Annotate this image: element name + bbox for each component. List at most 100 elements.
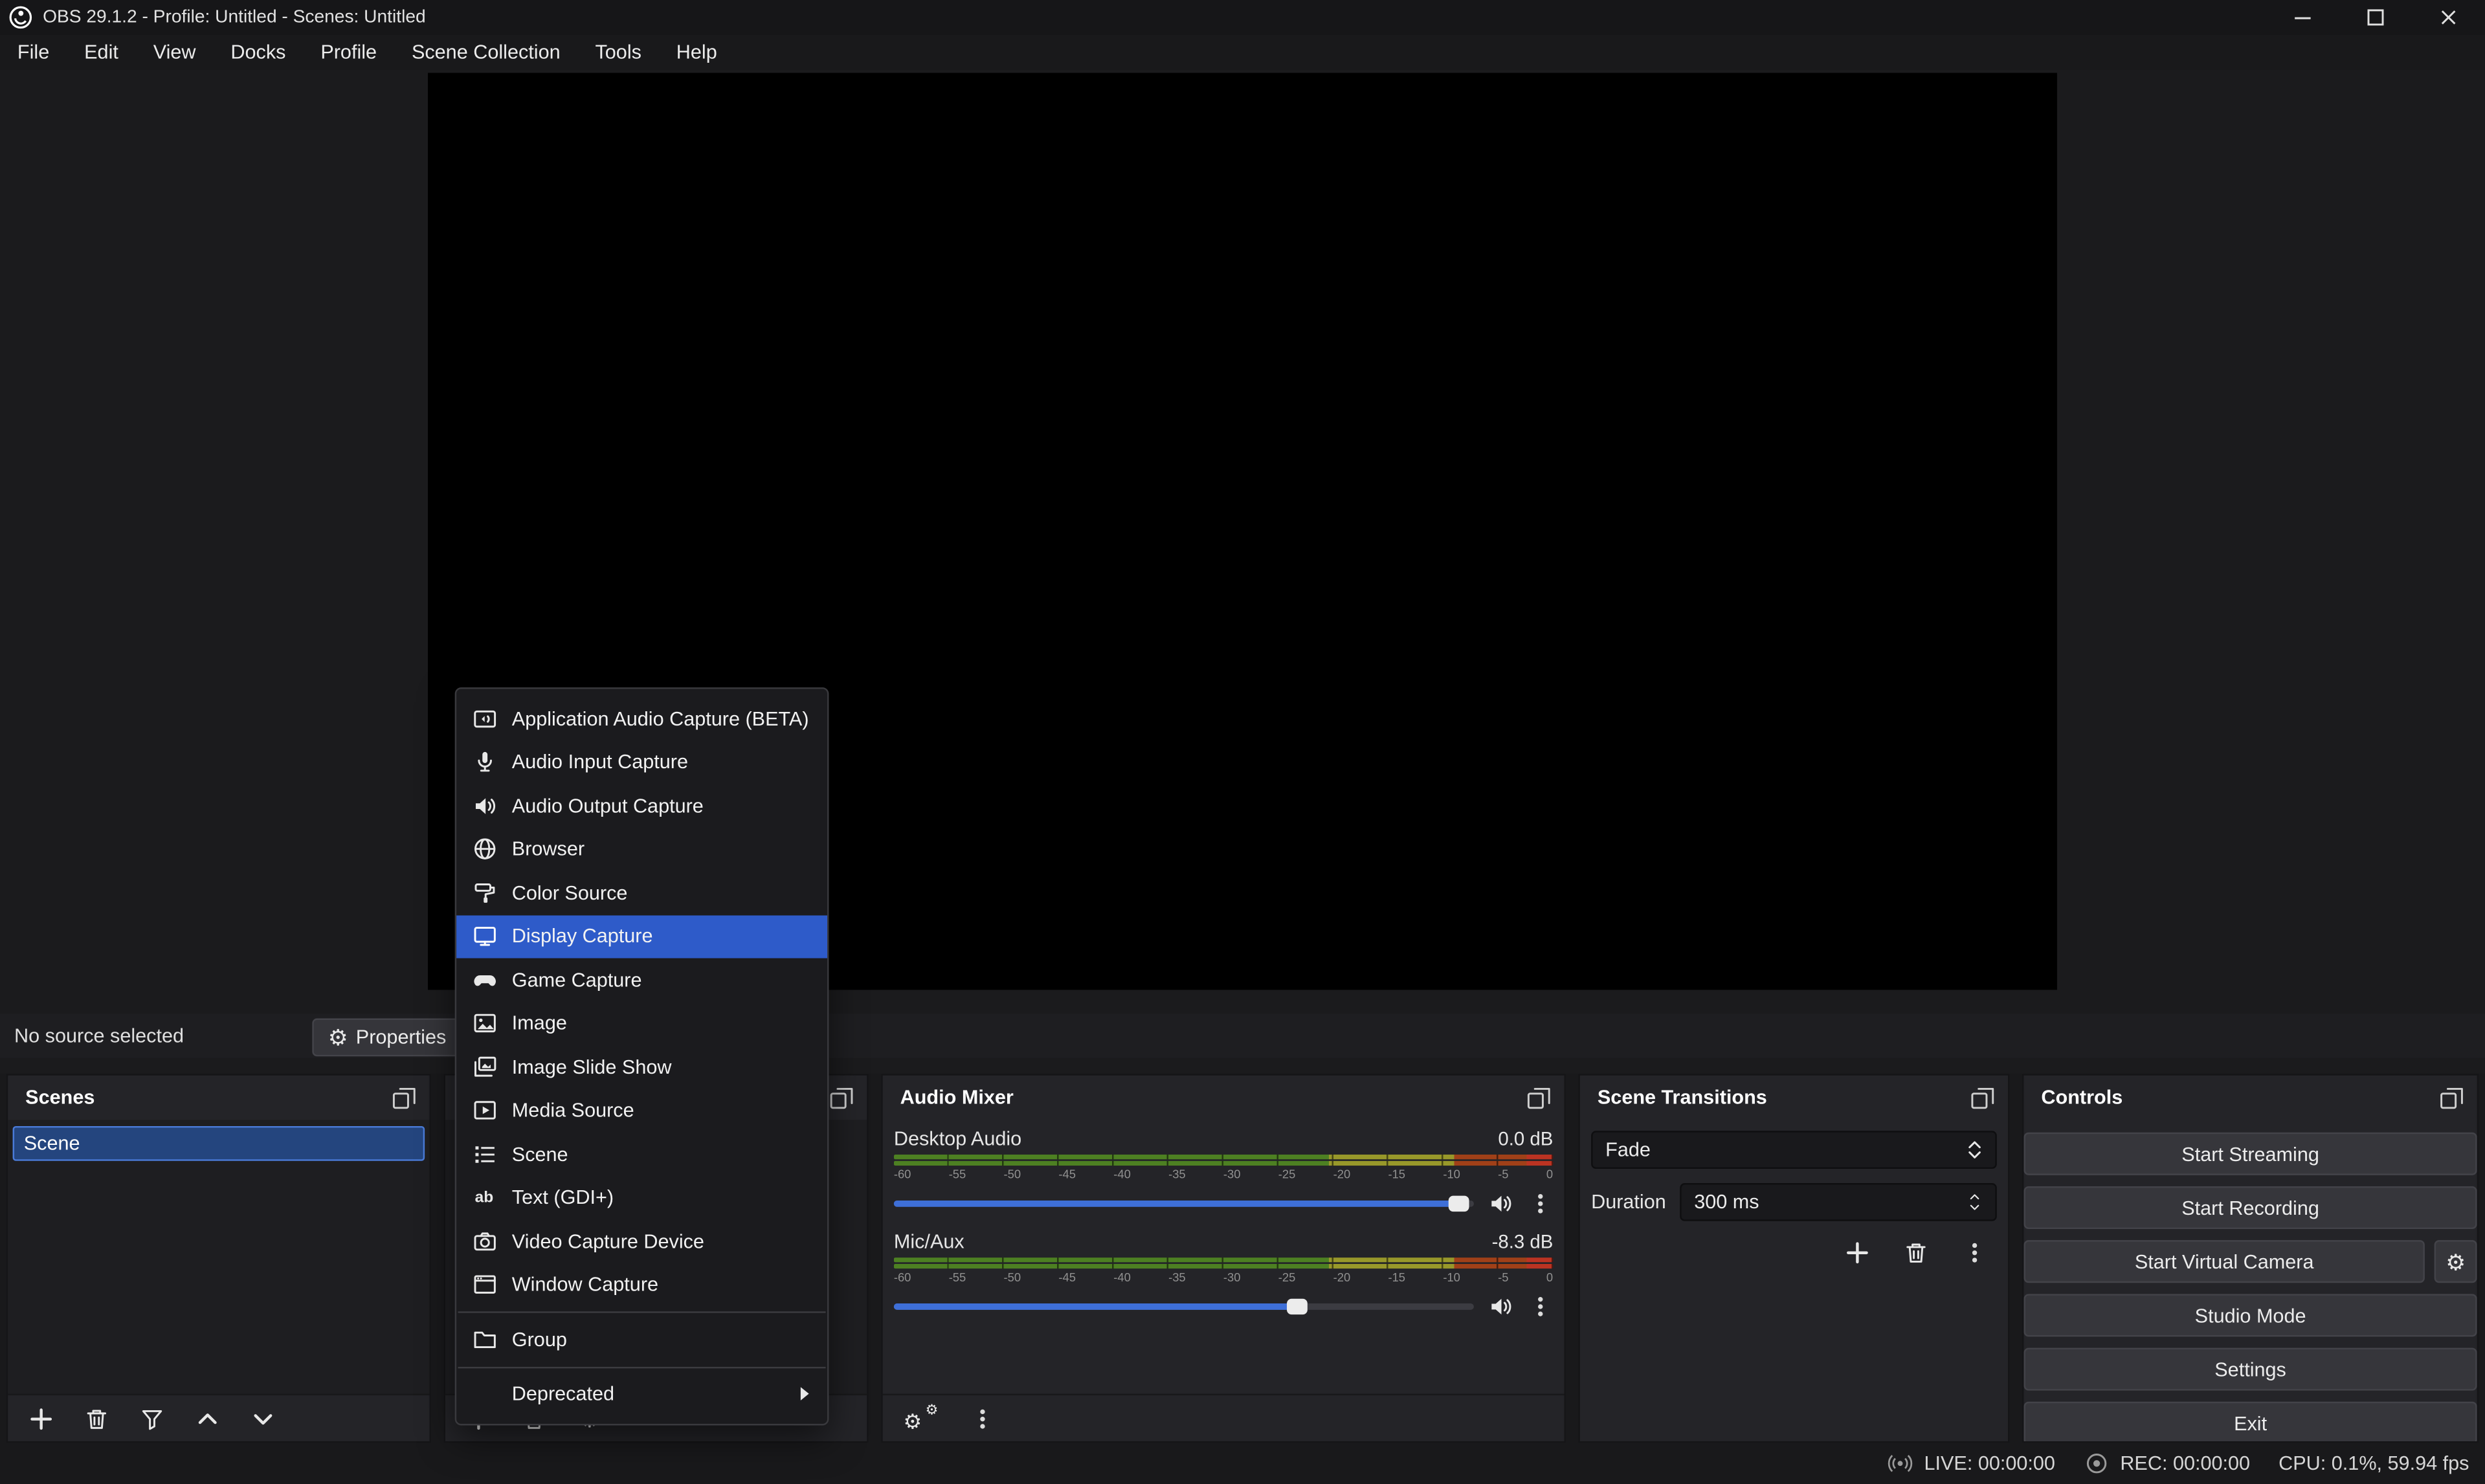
menu-item-audio-output-capture[interactable]: Audio Output Capture: [456, 784, 827, 827]
menu-item-image[interactable]: Image: [456, 1002, 827, 1045]
menu-edit[interactable]: Edit: [67, 35, 136, 70]
channel-menu-kebab-icon[interactable]: [1528, 1190, 1553, 1215]
advanced-audio-properties-button[interactable]: ⚙⚙: [904, 1401, 939, 1436]
menu-item-label: Color Source: [512, 881, 628, 903]
remove-transition-button[interactable]: [1899, 1235, 1933, 1270]
speaker-icon: [471, 793, 498, 818]
image-icon: [471, 1011, 498, 1036]
menu-item-label: Game Capture: [512, 969, 642, 991]
scene-list-item[interactable]: Scene: [13, 1126, 425, 1161]
menu-item-browser[interactable]: Browser: [456, 828, 827, 871]
scenes-dock-header: Scenes: [8, 1076, 429, 1120]
menu-scene-collection[interactable]: Scene Collection: [394, 35, 578, 70]
paint-roller-icon: [471, 880, 498, 905]
media-icon: [471, 1098, 498, 1124]
properties-button[interactable]: ⚙ Properties: [312, 1019, 462, 1057]
volume-slider[interactable]: [894, 1186, 1474, 1219]
exit-button[interactable]: Exit: [2023, 1402, 2477, 1441]
menu-item-label: Media Source: [512, 1100, 634, 1122]
volume-meter: [894, 1257, 1553, 1268]
add-transition-button[interactable]: [1840, 1235, 1875, 1270]
start-streaming-button[interactable]: Start Streaming: [2023, 1133, 2477, 1175]
mixer-menu-kebab-icon[interactable]: [965, 1401, 1000, 1436]
controls-title: Controls: [2041, 1087, 2123, 1109]
window-icon: [471, 1272, 498, 1298]
transition-select[interactable]: Fade: [1591, 1131, 1997, 1169]
window-title: OBS 29.1.2 - Profile: Untitled - Scenes:…: [43, 8, 426, 27]
popout-icon[interactable]: [392, 1085, 417, 1110]
menu-item-label: Audio Output Capture: [512, 795, 704, 817]
volume-slider-handle[interactable]: [1287, 1298, 1308, 1313]
menu-docks[interactable]: Docks: [213, 35, 303, 70]
source-toolbar: No source selected ⚙ Properties: [0, 1013, 2485, 1058]
volume-meter: [894, 1155, 1553, 1166]
mixer-channel-desktop-audio: Desktop Audio 0.0 dB -60-55-50-45-40-35-…: [883, 1120, 1565, 1223]
camera-icon: [471, 1228, 498, 1254]
menu-item-application-audio-capture[interactable]: Application Audio Capture (BETA): [456, 697, 827, 740]
close-button[interactable]: [2412, 0, 2485, 35]
start-recording-button[interactable]: Start Recording: [2023, 1186, 2477, 1229]
menu-item-video-capture-device[interactable]: Video Capture Device: [456, 1219, 827, 1263]
transition-menu-kebab-icon[interactable]: [1957, 1235, 1992, 1270]
remove-scene-button[interactable]: [79, 1401, 114, 1436]
controls-header: Controls: [2023, 1076, 2477, 1120]
menu-profile[interactable]: Profile: [303, 35, 394, 70]
globe-icon: [471, 837, 498, 862]
volume-slider[interactable]: [894, 1289, 1474, 1322]
rec-time: REC: 00:00:00: [2120, 1452, 2250, 1474]
menu-tools[interactable]: Tools: [578, 35, 659, 70]
display-icon: [471, 924, 498, 949]
menu-item-audio-input-capture[interactable]: Audio Input Capture: [456, 740, 827, 784]
preview-area: No source selected ⚙ Properties: [0, 70, 2485, 1074]
broadcast-icon: [1888, 1451, 1913, 1476]
speaker-icon[interactable]: [1488, 1293, 1513, 1318]
menu-item-text-gdi[interactable]: ab Text (GDI+): [456, 1176, 827, 1219]
channel-menu-kebab-icon[interactable]: [1528, 1293, 1553, 1318]
cpu-fps-status: CPU: 0.1%, 59.94 fps: [2279, 1452, 2469, 1474]
maximize-button[interactable]: [2339, 0, 2413, 35]
virtual-camera-settings-button[interactable]: ⚙: [2435, 1240, 2477, 1283]
popout-icon[interactable]: [2439, 1085, 2464, 1110]
channel-level: -8.3 dB: [1492, 1230, 1554, 1252]
duration-value: 300 ms: [1694, 1191, 1759, 1213]
controls-dock: Controls Start Streaming Start Recording…: [2022, 1074, 2479, 1443]
start-virtual-camera-button[interactable]: Start Virtual Camera: [2023, 1240, 2424, 1283]
duration-spinbox[interactable]: 300 ms: [1680, 1183, 1997, 1221]
menu-item-game-capture[interactable]: Game Capture: [456, 958, 827, 1002]
menu-item-scene[interactable]: Scene: [456, 1133, 827, 1176]
speaker-icon[interactable]: [1488, 1190, 1513, 1215]
add-scene-button[interactable]: [24, 1401, 59, 1436]
menu-help[interactable]: Help: [659, 35, 735, 70]
scenes-dock: Scenes Scene: [6, 1074, 431, 1443]
popout-icon[interactable]: [829, 1085, 854, 1110]
volume-slider-handle[interactable]: [1449, 1195, 1470, 1210]
scene-list: Scene: [8, 1120, 429, 1393]
rec-status: REC: 00:00:00: [2084, 1451, 2250, 1476]
menu-item-media-source[interactable]: Media Source: [456, 1089, 827, 1132]
menu-item-color-source[interactable]: Color Source: [456, 871, 827, 914]
menu-item-display-capture[interactable]: Display Capture: [456, 914, 827, 958]
obs-window: OBS 29.1.2 - Profile: Untitled - Scenes:…: [0, 0, 2485, 1484]
menu-item-image-slide-show[interactable]: Image Slide Show: [456, 1045, 827, 1089]
titlebar: OBS 29.1.2 - Profile: Untitled - Scenes:…: [0, 0, 2485, 35]
menu-view[interactable]: View: [136, 35, 214, 70]
menu-item-deprecated[interactable]: Deprecated: [456, 1372, 827, 1415]
spinbox-arrows-icon[interactable]: [1962, 1190, 1987, 1215]
menu-item-window-capture[interactable]: Window Capture: [456, 1263, 827, 1307]
minimize-button[interactable]: [2266, 0, 2339, 35]
settings-button[interactable]: Settings: [2023, 1348, 2477, 1391]
record-icon: [2084, 1451, 2109, 1476]
transition-select-value: Fade: [1605, 1139, 1651, 1161]
duration-label: Duration: [1591, 1191, 1680, 1213]
popout-icon[interactable]: [1526, 1085, 1552, 1110]
scene-filters-button[interactable]: [135, 1401, 170, 1436]
menu-file[interactable]: File: [0, 35, 67, 70]
transitions-title: Scene Transitions: [1598, 1087, 1767, 1109]
menu-item-group[interactable]: Group: [456, 1318, 827, 1361]
scene-list-icon: [471, 1142, 498, 1167]
move-scene-up-button[interactable]: [190, 1401, 225, 1436]
studio-mode-button[interactable]: Studio Mode: [2023, 1294, 2477, 1336]
move-scene-down-button[interactable]: [245, 1401, 280, 1436]
source-status-text: No source selected: [14, 1024, 184, 1047]
popout-icon[interactable]: [1970, 1085, 1995, 1110]
